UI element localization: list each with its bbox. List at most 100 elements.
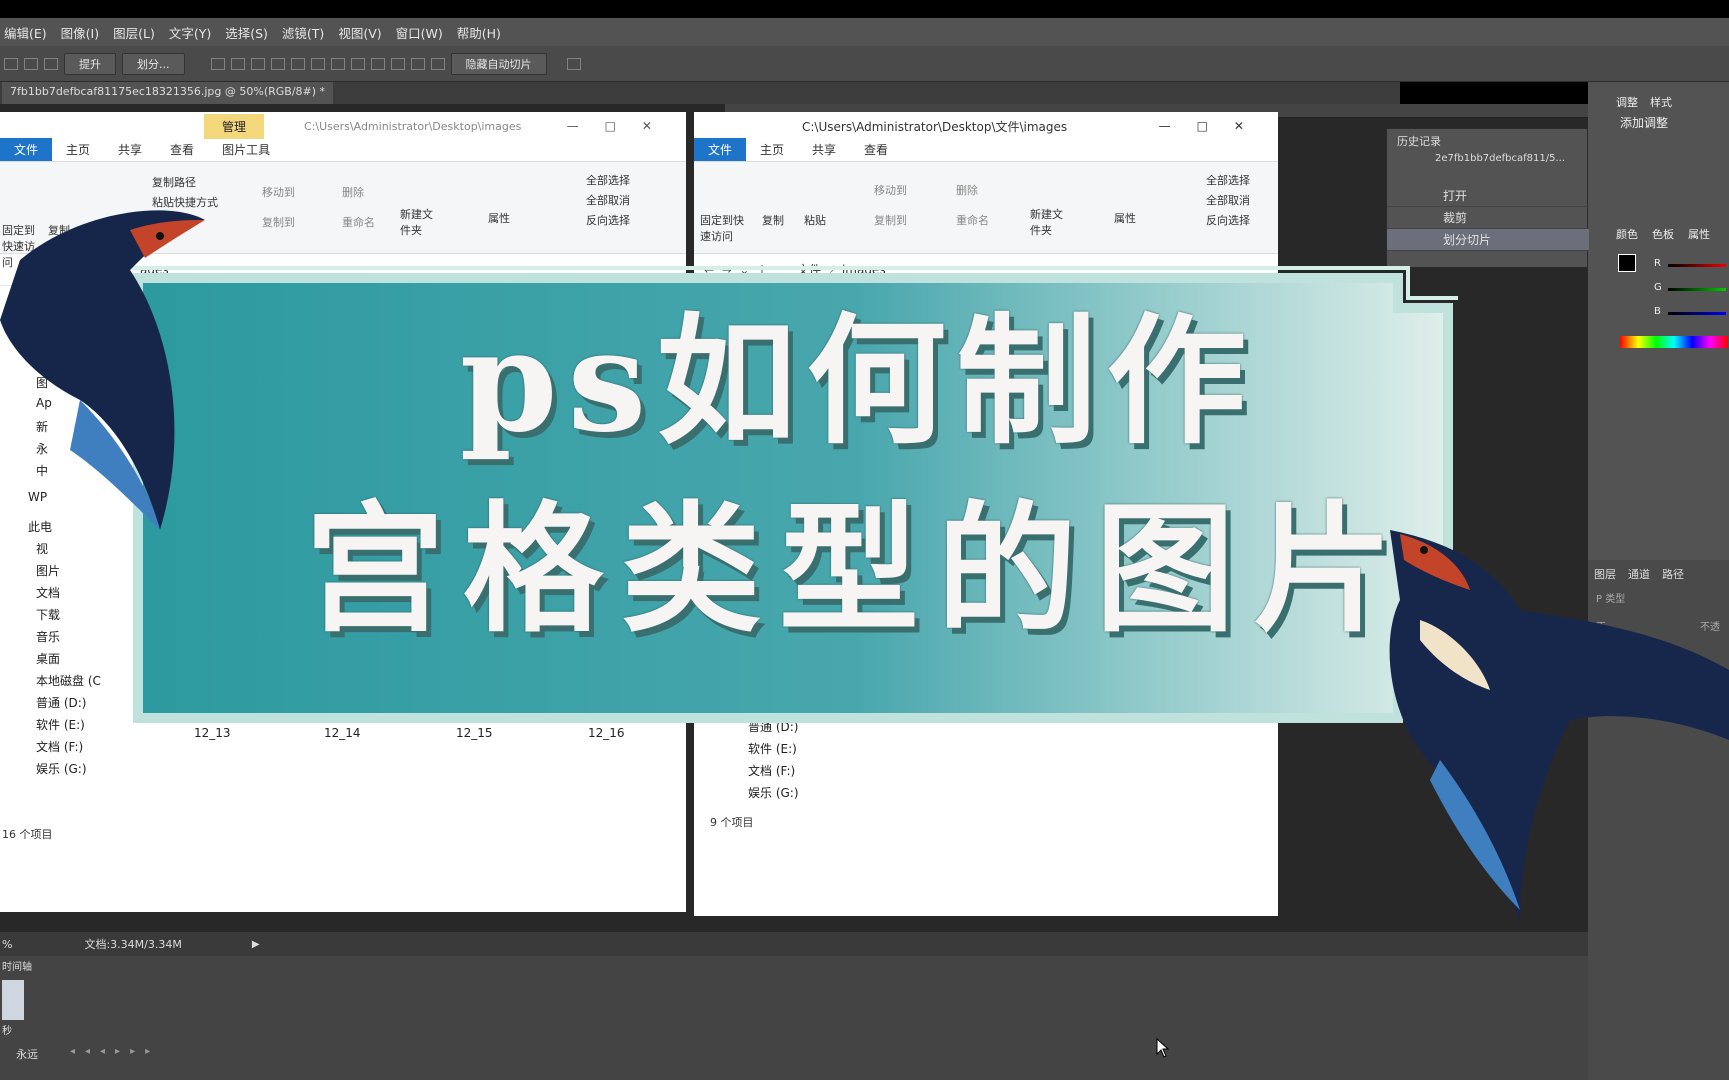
menu-window[interactable]: 窗口(W) — [396, 23, 443, 42]
distribute-left-icon[interactable] — [390, 57, 405, 70]
tab-adjustments[interactable]: 调整 — [1616, 94, 1638, 110]
invert-selection-button[interactable]: 反向选择 — [586, 212, 630, 228]
status-item-count: 16 个项目 — [2, 828, 53, 841]
file-name[interactable]: 12_13 — [194, 726, 231, 740]
menu-edit[interactable]: 编辑(E) — [4, 23, 47, 42]
tab-share[interactable]: 共享 — [104, 138, 156, 161]
nav-item[interactable]: 娱乐 (G:) — [748, 784, 799, 801]
menu-image[interactable]: 图像(I) — [61, 23, 99, 42]
slice-options-icon[interactable] — [566, 57, 581, 70]
nav-item[interactable]: 音乐 — [36, 628, 60, 645]
tab-color[interactable]: 颜色 — [1616, 226, 1638, 242]
red-slider[interactable] — [1668, 264, 1726, 267]
window-controls[interactable]: —□✕ — [567, 119, 678, 133]
history-item-open[interactable]: 打开 — [1387, 185, 1589, 207]
move-to-button[interactable]: 移动到 — [874, 182, 907, 198]
document-tab[interactable]: 7fb1bb7defbcaf81175ec18321356.jpg @ 50%(… — [2, 82, 334, 104]
nav-item[interactable]: 本地磁盘 (C — [36, 672, 101, 689]
file-name[interactable]: 12_14 — [324, 726, 361, 740]
file-name[interactable]: 12_15 — [456, 726, 493, 740]
copy-to-button[interactable]: 复制到 — [874, 212, 907, 228]
file-name[interactable]: 12_16 — [588, 726, 625, 740]
tab-share[interactable]: 共享 — [798, 138, 850, 161]
tab-home[interactable]: 主页 — [52, 138, 104, 161]
select-none-button[interactable]: 全部取消 — [586, 192, 630, 208]
history-item-divide-slice[interactable]: 划分切片 — [1387, 229, 1589, 251]
tab-styles[interactable]: 样式 — [1650, 94, 1672, 110]
align-center-icon[interactable] — [290, 57, 305, 70]
select-none-button[interactable]: 全部取消 — [1206, 192, 1250, 208]
tab-view[interactable]: 查看 — [850, 138, 902, 161]
distribute-middle-icon[interactable] — [350, 57, 365, 70]
nav-item[interactable]: 普通 (D:) — [36, 694, 86, 711]
loop-select[interactable]: 永远 — [16, 1046, 38, 1062]
menu-help[interactable]: 帮助(H) — [457, 23, 501, 42]
select-all-button[interactable]: 全部选择 — [1206, 172, 1250, 188]
copy-button[interactable]: 复制 — [762, 212, 784, 228]
hide-auto-slices-button[interactable]: 隐藏自动切片 — [450, 52, 547, 75]
tab-file[interactable]: 文件 — [694, 138, 747, 161]
nav-item[interactable]: 文档 (F:) — [748, 762, 795, 779]
history-item-label: 裁剪 — [1443, 211, 1468, 225]
menu-select[interactable]: 选择(S) — [225, 23, 268, 42]
distribute-top-icon[interactable] — [330, 57, 345, 70]
align-icon[interactable] — [44, 57, 58, 70]
select-all-button[interactable]: 全部选择 — [586, 172, 630, 188]
playback-controls[interactable]: ◂◂◂▸▸▸ — [70, 1046, 160, 1057]
align-icon[interactable] — [4, 57, 18, 70]
copy-to-button[interactable]: 复制到 — [262, 214, 295, 230]
nav-item[interactable]: 软件 (E:) — [36, 716, 85, 733]
distribute-center-icon[interactable] — [410, 57, 425, 70]
properties-button[interactable]: 属性 — [488, 210, 510, 226]
distribute-bottom-icon[interactable] — [370, 57, 385, 70]
menu-view[interactable]: 视图(V) — [338, 23, 381, 42]
delete-button[interactable]: 删除 — [956, 182, 978, 198]
status-arrow-icon[interactable]: ▶ — [252, 939, 260, 950]
history-item-crop[interactable]: 裁剪 — [1387, 207, 1589, 229]
tab-home[interactable]: 主页 — [746, 138, 798, 161]
align-bottom-icon[interactable] — [250, 57, 265, 70]
rename-button[interactable]: 重命名 — [342, 214, 375, 230]
window-controls[interactable]: —□✕ — [1159, 119, 1270, 133]
blue-slider[interactable] — [1668, 312, 1726, 315]
menu-type[interactable]: 文字(Y) — [169, 23, 211, 42]
nav-item[interactable]: 娱乐 (G:) — [36, 760, 87, 777]
tab-swatches[interactable]: 色板 — [1652, 226, 1674, 242]
distribute-right-icon[interactable] — [430, 57, 445, 70]
invert-selection-button[interactable]: 反向选择 — [1206, 212, 1250, 228]
menu-filter[interactable]: 滤镜(T) — [282, 23, 324, 42]
channel-g-label: G — [1654, 282, 1662, 293]
align-icon[interactable] — [24, 57, 38, 70]
tab-picture-tools[interactable]: 图片工具 — [208, 138, 284, 161]
foreground-color-swatch[interactable] — [1618, 254, 1636, 272]
properties-button[interactable]: 属性 — [1114, 210, 1136, 226]
align-left-icon[interactable] — [270, 57, 285, 70]
frame-delay[interactable]: 秒 — [2, 1022, 12, 1037]
move-to-button[interactable]: 移动到 — [262, 184, 295, 200]
manage-tab[interactable]: 管理 — [204, 113, 265, 139]
paste-button[interactable]: 粘贴 — [804, 212, 826, 228]
timeline-frame[interactable] — [2, 980, 24, 1020]
divide-slice-button[interactable]: 划分... — [122, 52, 185, 75]
green-slider[interactable] — [1668, 288, 1726, 291]
delete-button[interactable]: 删除 — [342, 184, 364, 200]
align-middle-icon[interactable] — [230, 57, 245, 70]
pin-quick-access-button[interactable]: 固定到快速访问 — [700, 212, 750, 244]
nav-item[interactable]: 文档 (F:) — [36, 738, 83, 755]
align-top-icon[interactable] — [210, 57, 225, 70]
nav-item[interactable]: 桌面 — [36, 650, 60, 667]
nav-item[interactable]: 软件 (E:) — [748, 740, 797, 757]
zoom-level[interactable]: % — [2, 938, 12, 951]
history-snapshot[interactable]: 2e7fb1bb7defbcaf811/5... — [1435, 153, 1565, 164]
new-folder-button[interactable]: 新建文件夹 — [400, 206, 440, 238]
tab-file[interactable]: 文件 — [0, 138, 53, 161]
promote-button[interactable]: 提升 — [64, 52, 116, 75]
copy-path-button[interactable]: 复制路径 — [152, 174, 196, 190]
new-folder-button[interactable]: 新建文件夹 — [1030, 206, 1070, 238]
rename-button[interactable]: 重命名 — [956, 212, 989, 228]
tab-properties[interactable]: 属性 — [1688, 226, 1710, 242]
color-spectrum[interactable] — [1620, 336, 1728, 348]
menu-layer[interactable]: 图层(L) — [113, 23, 155, 42]
tab-view[interactable]: 查看 — [156, 138, 208, 161]
align-right-icon[interactable] — [310, 57, 325, 70]
